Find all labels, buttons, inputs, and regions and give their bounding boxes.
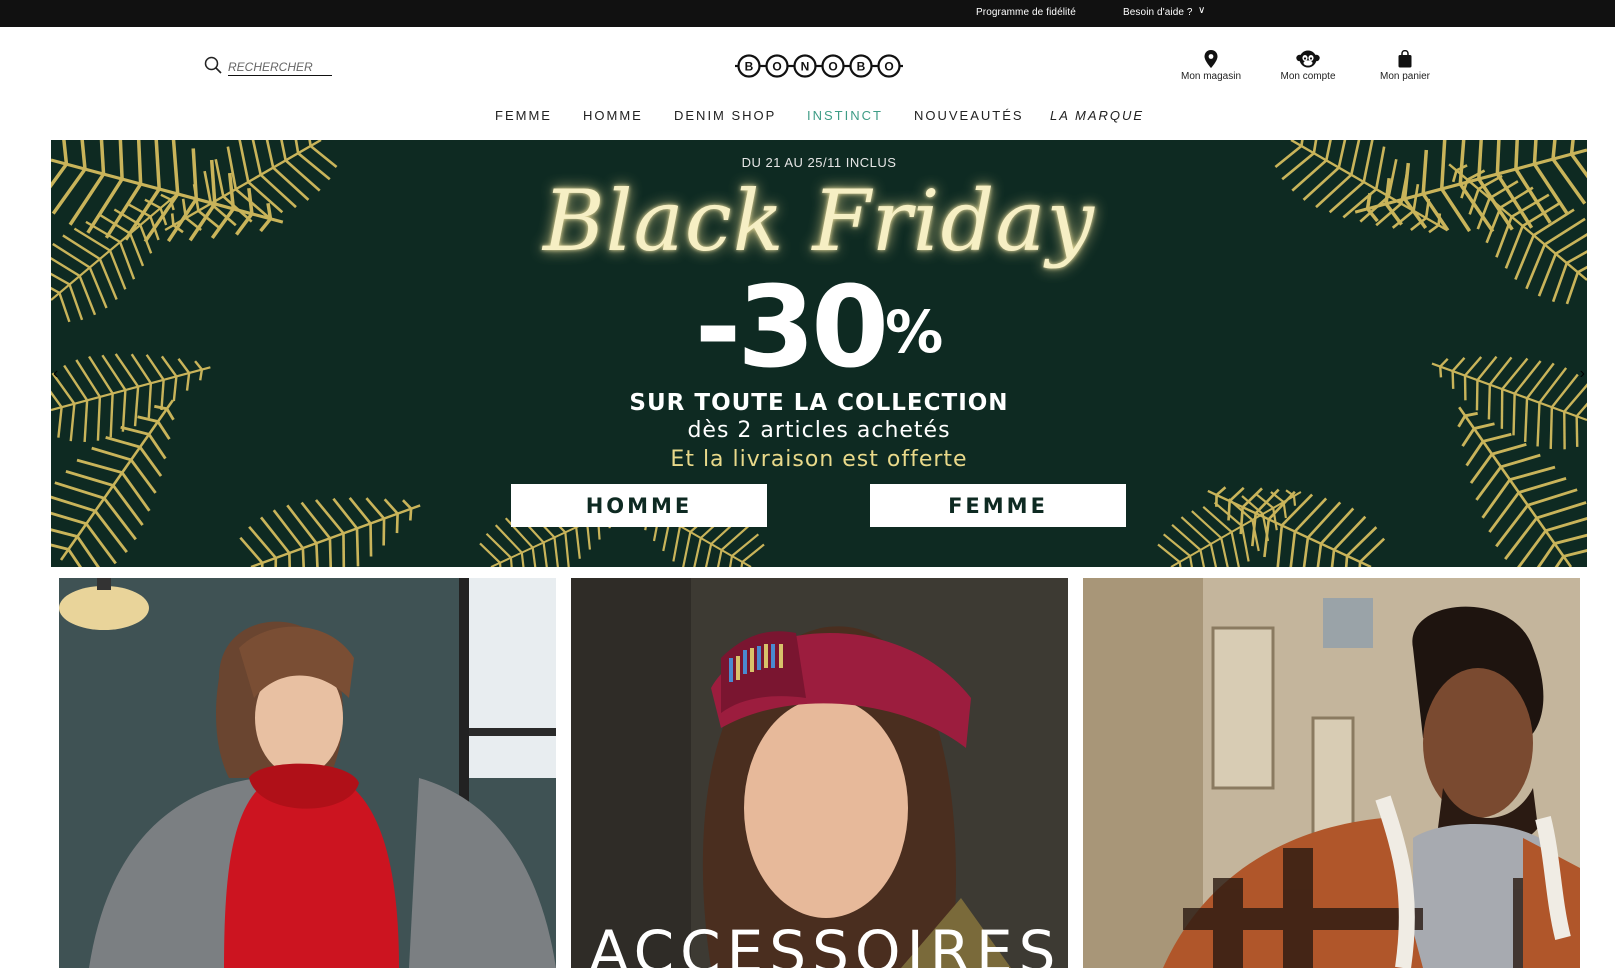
tile-label: ACCESSOIRES: [589, 918, 1062, 968]
promo-line-articles: dès 2 articles achetés: [687, 418, 951, 443]
nav-item-instinct[interactable]: INSTINCT: [807, 108, 883, 123]
cart-label: Mon panier: [1379, 71, 1431, 82]
category-tile-homme[interactable]: [1083, 578, 1580, 968]
model-photo: [571, 578, 1068, 968]
hero-banner[interactable]: DU 21 AU 25/11 INCLUS Black Friday -30% …: [51, 140, 1587, 567]
model-photo: [1083, 578, 1580, 968]
search-box: [204, 54, 334, 78]
loyalty-program-link[interactable]: Programme de fidélité: [976, 7, 1076, 18]
store-locator-button[interactable]: Mon magasin: [1166, 50, 1256, 82]
promo-line-collection: SUR TOUTE LA COLLECTION: [629, 390, 1009, 416]
logo-letter: O: [772, 60, 781, 74]
nav-item-la-marque[interactable]: LA MARQUE: [1050, 108, 1144, 123]
bonobo-logo[interactable]: B O N O B O: [735, 52, 903, 80]
utility-bar: Programme de fidélité Besoin d'aide ? ∨: [0, 0, 1615, 27]
shopping-bag-icon: [1398, 50, 1412, 68]
location-pin-icon: [1204, 50, 1218, 68]
logo-letter: B: [745, 60, 754, 74]
discount-percent: %: [885, 298, 944, 366]
category-tile-accessoires[interactable]: ACCESSOIRES: [571, 578, 1068, 968]
cart-button[interactable]: Mon panier: [1360, 50, 1450, 82]
logo-letter: O: [828, 60, 837, 74]
account-label: Mon compte: [1280, 71, 1336, 82]
logo-letter: O: [884, 60, 893, 74]
logo-letter: B: [857, 60, 866, 74]
shop-homme-button[interactable]: HOMME: [511, 484, 767, 527]
search-input[interactable]: [228, 54, 332, 76]
discount-value: -30%: [51, 272, 1587, 384]
carousel-prev-icon[interactable]: ‹: [53, 365, 58, 383]
nav-item-homme[interactable]: HOMME: [583, 108, 643, 123]
logo-letter: N: [801, 60, 810, 74]
carousel-next-icon[interactable]: ›: [1580, 365, 1585, 383]
chevron-down-icon[interactable]: ∨: [1198, 5, 1205, 16]
nav-item-nouveautes[interactable]: NOUVEAUTÉS: [914, 108, 1024, 123]
shop-femme-button[interactable]: FEMME: [870, 484, 1126, 527]
nav-item-denim-shop[interactable]: DENIM SHOP: [674, 108, 776, 123]
main-nav: FEMME HOMME DENIM SHOP INSTINCT NOUVEAUT…: [0, 108, 1615, 128]
account-button[interactable]: Mon compte: [1263, 50, 1353, 82]
black-friday-title: Black Friday: [543, 172, 1095, 270]
category-tile-femme[interactable]: [59, 578, 556, 968]
help-menu-link[interactable]: Besoin d'aide ?: [1123, 7, 1193, 18]
model-photo: [59, 578, 556, 968]
search-icon[interactable]: [204, 56, 222, 74]
store-label: Mon magasin: [1180, 71, 1242, 82]
promo-dates: DU 21 AU 25/11 INCLUS: [741, 155, 897, 170]
nav-item-femme[interactable]: FEMME: [495, 108, 552, 123]
promo-line-delivery: Et la livraison est offerte: [670, 447, 968, 472]
discount-number: -30: [694, 263, 889, 393]
monkey-icon: [1296, 50, 1320, 68]
